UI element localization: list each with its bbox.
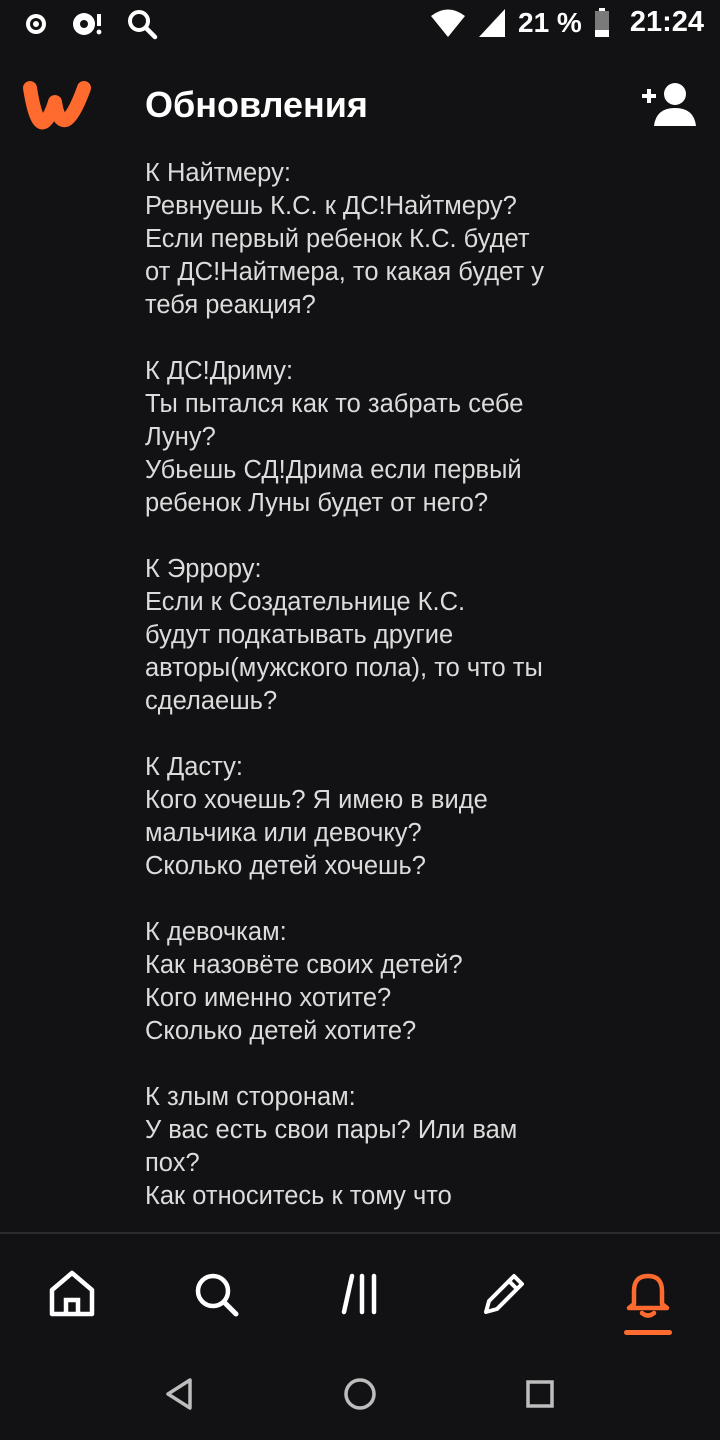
write-icon[interactable] <box>474 1264 534 1324</box>
clock: 21:24 <box>629 6 704 38</box>
bell-icon[interactable] <box>618 1264 678 1324</box>
paragraph: К злым сторонам: У вас есть свои пары? И… <box>145 1083 518 1210</box>
home-circle-icon[interactable] <box>340 1374 380 1414</box>
paragraph: К Эррору: Если к Создательнице К.С. буду… <box>145 555 543 715</box>
recents-icon[interactable] <box>520 1374 560 1414</box>
bottom-nav <box>0 1234 720 1348</box>
active-tab-indicator <box>624 1330 672 1335</box>
status-bar: 21 % 21:24 <box>0 0 720 52</box>
wifi-icon <box>431 9 465 37</box>
message-content[interactable]: К Найтмеру: Ревнуешь К.С. к ДС!Найтмеру?… <box>0 160 720 1232</box>
home-icon[interactable] <box>42 1264 102 1324</box>
app-bar: Обновления <box>0 52 720 160</box>
media-icon <box>26 14 46 34</box>
add-user-icon[interactable] <box>640 80 698 128</box>
back-icon[interactable] <box>160 1374 200 1414</box>
battery-percent: 21 % <box>518 6 582 38</box>
signal-icon <box>479 8 505 37</box>
paragraph: К Дасту: Кого хочешь? Я имею в виде маль… <box>145 753 488 880</box>
search-icon <box>128 10 158 40</box>
battery-icon <box>594 7 609 37</box>
search-icon[interactable] <box>186 1264 246 1324</box>
system-nav-bar <box>0 1348 720 1440</box>
wattpad-logo[interactable] <box>22 78 92 130</box>
page-title: Обновления <box>145 84 368 125</box>
paragraph: К ДС!Дриму: Ты пытался как то забрать се… <box>145 357 524 517</box>
message-text: К Найтмеру: Ревнуешь К.С. к ДС!Найтмеру?… <box>145 160 615 1232</box>
paragraph: К девочкам: Как назовёте своих детей? Ко… <box>145 918 463 1045</box>
cast-icon <box>73 13 102 35</box>
library-icon[interactable] <box>332 1264 392 1324</box>
paragraph: К Найтмеру: Ревнуешь К.С. к ДС!Найтмеру?… <box>145 160 544 319</box>
